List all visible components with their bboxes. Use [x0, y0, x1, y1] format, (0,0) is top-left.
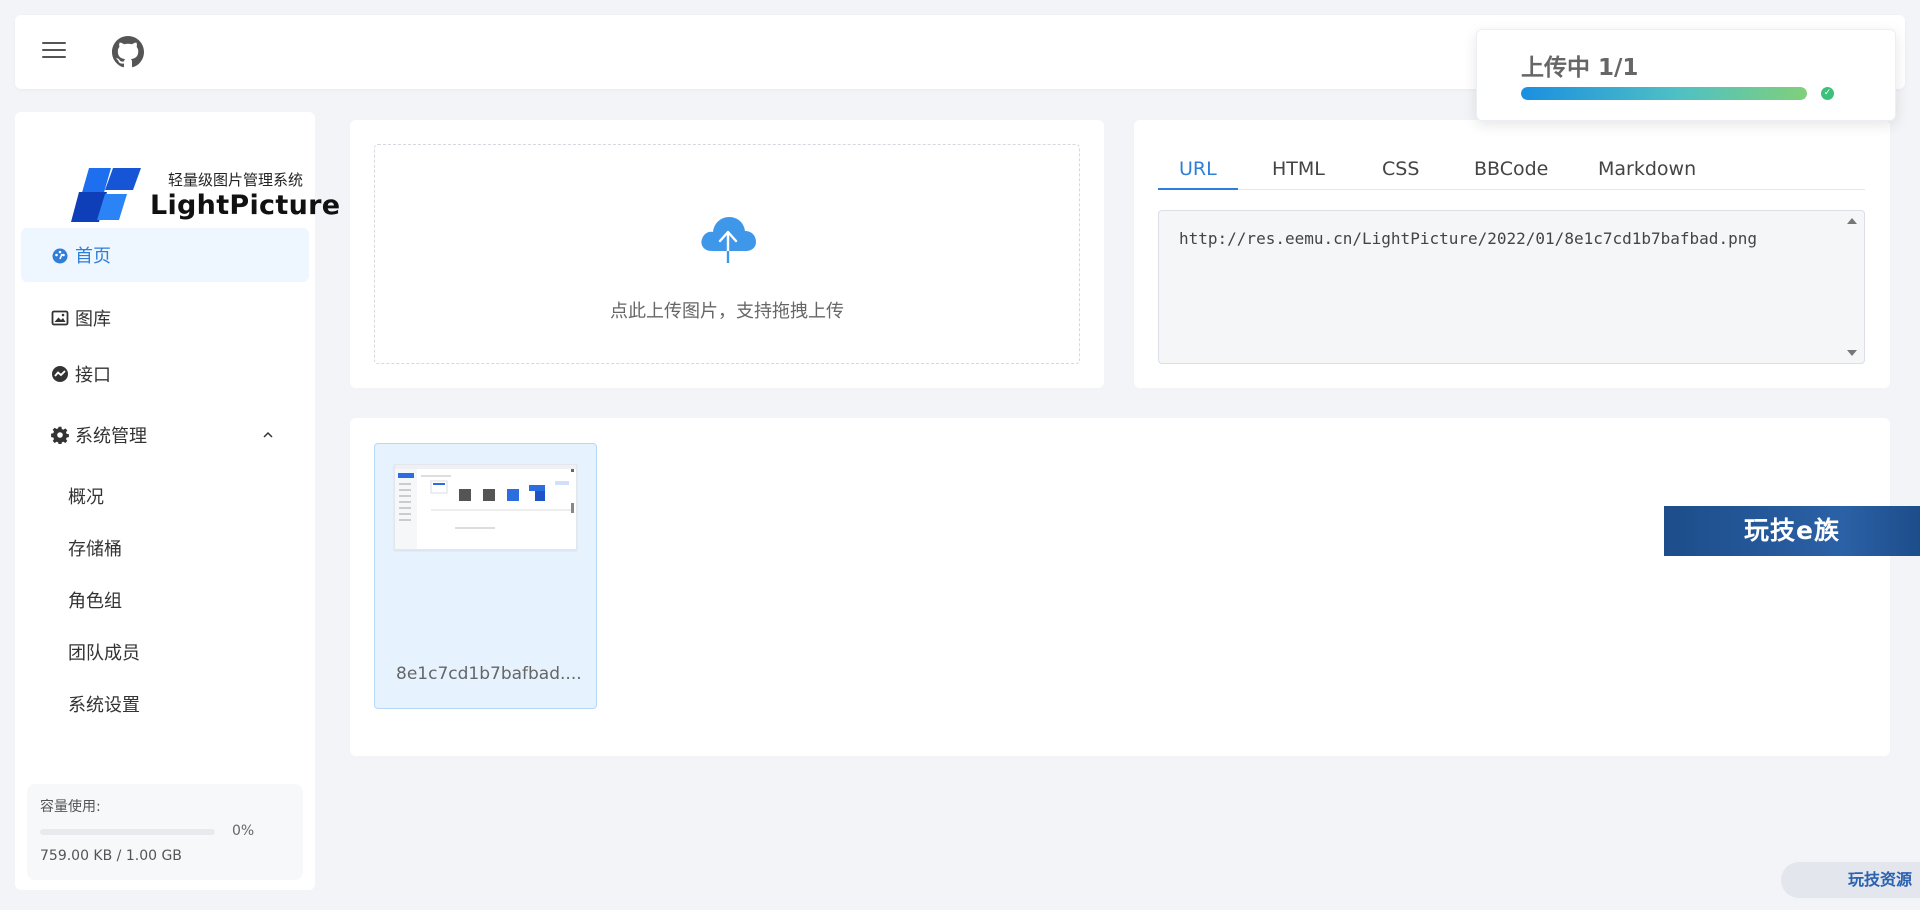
cloud-upload-icon	[701, 217, 756, 265]
watermark-corner: 玩技资源	[1781, 862, 1920, 898]
gallery-thumbnail[interactable]: 8e1c7cd1b7bafbad....	[374, 443, 597, 709]
sidebar-item-label: 系统管理	[75, 426, 147, 447]
logo[interactable]: 轻量级图片管理系统 LightPicture	[52, 138, 340, 222]
sidebar-item-label: 首页	[75, 246, 111, 267]
logo-mark-icon	[71, 168, 141, 222]
thumbnail-filename: 8e1c7cd1b7bafbad....	[396, 664, 582, 684]
check-circle-icon: ✓	[1821, 87, 1834, 100]
storage-percent: 0%	[232, 823, 255, 839]
api-icon	[51, 365, 69, 383]
toast-title: 上传中 1/1	[1521, 55, 1639, 81]
gear-icon	[51, 426, 69, 444]
tab-url[interactable]: URL	[1158, 156, 1238, 190]
storage-size: 759.00 KB / 1.00 GB	[40, 848, 182, 864]
upload-hint: 点此上传图片，支持拖拽上传	[610, 301, 844, 322]
toast-progress-fill	[1521, 87, 1807, 100]
sidebar-subitem-buckets[interactable]: 存储桶	[68, 535, 122, 561]
gallery-card: 8e1c7cd1b7bafbad....	[350, 418, 1890, 756]
hamburger-icon[interactable]	[42, 42, 66, 62]
thumbnail-image	[394, 464, 577, 550]
storage-label: 容量使用:	[40, 799, 101, 815]
logo-name: LightPicture	[150, 190, 341, 221]
github-icon[interactable]	[112, 36, 144, 68]
tab-markdown[interactable]: Markdown	[1598, 156, 1696, 190]
sidebar-subitem-roles[interactable]: 角色组	[68, 587, 122, 613]
sidebar-item-api[interactable]: 接口	[21, 347, 309, 401]
sidebar-subitem-overview[interactable]: 概况	[68, 483, 104, 509]
image-icon	[51, 309, 69, 327]
storage-usage: 容量使用: 0% 759.00 KB / 1.00 GB	[27, 784, 303, 880]
sidebar-subitem-settings[interactable]: 系统设置	[68, 691, 140, 717]
sidebar-item-system[interactable]: 系统管理	[21, 408, 309, 462]
storage-progress	[40, 829, 215, 835]
link-tabs: URL HTML CSS BBCode Markdown	[1158, 156, 1865, 190]
upload-dropzone[interactable]: 点此上传图片，支持拖拽上传	[374, 144, 1080, 364]
tab-bbcode[interactable]: BBCode	[1474, 156, 1548, 190]
dashboard-icon	[51, 246, 69, 264]
upload-toast: 上传中 1/1 ✓	[1476, 29, 1896, 121]
watermark-banner: 玩技e族	[1664, 506, 1920, 556]
sidebar-item-label: 接口	[75, 365, 111, 386]
logo-subtitle: 轻量级图片管理系统	[168, 171, 304, 189]
sidebar-item-gallery[interactable]: 图库	[21, 291, 309, 345]
link-output[interactable]	[1158, 210, 1865, 364]
sidebar-item-label: 图库	[75, 309, 111, 330]
sidebar-subitem-members[interactable]: 团队成员	[68, 639, 140, 665]
toast-progress	[1521, 87, 1807, 100]
tab-html[interactable]: HTML	[1272, 156, 1325, 190]
upload-card: 点此上传图片，支持拖拽上传	[350, 120, 1104, 388]
tab-css[interactable]: CSS	[1382, 156, 1419, 190]
sidebar-item-home[interactable]: 首页	[21, 228, 309, 282]
chevron-up-icon	[263, 431, 273, 438]
sidebar: 轻量级图片管理系统 LightPicture 首页 图库 接口 系统管理 概况 …	[15, 112, 340, 890]
link-card: URL HTML CSS BBCode Markdown	[1134, 120, 1890, 388]
